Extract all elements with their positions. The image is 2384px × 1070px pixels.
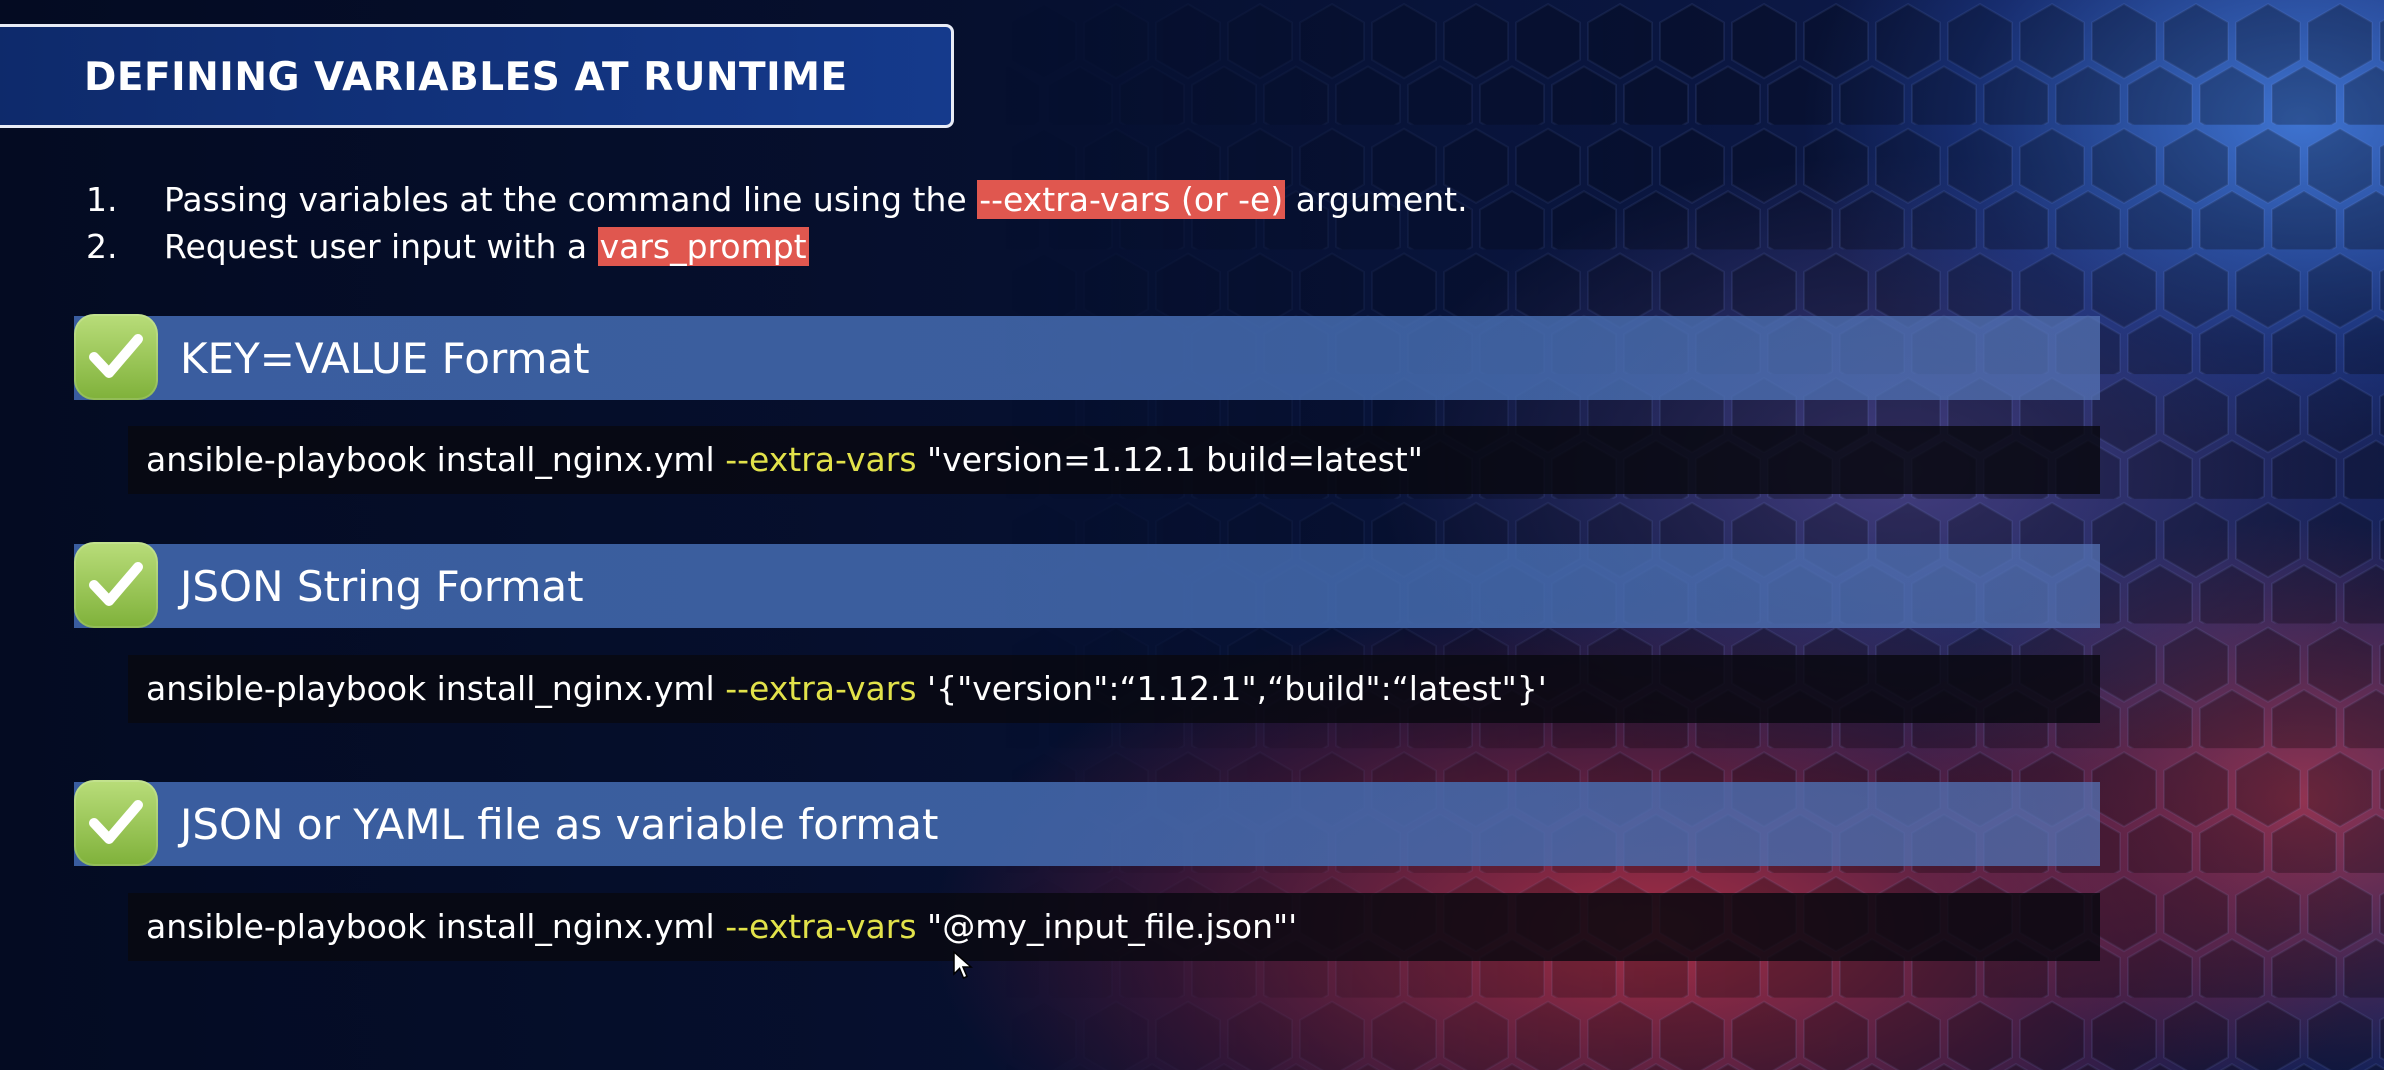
section-title: JSON String Format [180, 562, 584, 611]
check-mark-icon [74, 542, 158, 628]
section-json-string: JSON String Format [74, 542, 2100, 628]
list-text: Request user input with a vars_prompt [164, 227, 809, 266]
section-json-yaml-file: JSON or YAML file as variable format [74, 780, 2100, 866]
check-mark-icon [74, 780, 158, 866]
command-flag: --extra-vars [725, 669, 917, 708]
section-key-value: KEY=VALUE Format [74, 314, 2100, 400]
command-block: ansible-playbook install_nginx.yml --ext… [128, 893, 2100, 961]
command-text: ansible-playbook install_nginx.yml --ext… [146, 669, 1547, 708]
command-arg: "version=1.12.1 build=latest" [916, 440, 1423, 479]
mouse-pointer-icon [953, 950, 973, 979]
section-title: KEY=VALUE Format [180, 334, 590, 383]
section-title: JSON or YAML file as variable format [180, 800, 939, 849]
title-banner: DEFINING VARIABLES AT RUNTIME [0, 24, 954, 128]
command-flag: --extra-vars [725, 907, 917, 946]
page-title: DEFINING VARIABLES AT RUNTIME [84, 55, 848, 100]
command-arg: '{"version":“1.12.1",“build":“latest"}' [916, 669, 1547, 708]
command-prefix: ansible-playbook install_nginx.yml [146, 907, 726, 946]
highlight-vars-prompt: vars_prompt [597, 227, 809, 266]
command-prefix: ansible-playbook install_nginx.yml [146, 669, 726, 708]
list-number: 2. [86, 227, 118, 266]
highlight-extra-vars: --extra-vars (or -e) [977, 180, 1286, 219]
command-text: ansible-playbook install_nginx.yml --ext… [146, 440, 1423, 479]
command-flag: --extra-vars [725, 440, 917, 479]
command-block: ansible-playbook install_nginx.yml --ext… [128, 426, 2100, 494]
list-text-before: Passing variables at the command line us… [164, 180, 978, 219]
check-mark-icon [74, 314, 158, 400]
list-text: Passing variables at the command line us… [164, 180, 1468, 219]
command-arg: "@my_input_file.json"' [916, 907, 1298, 946]
command-text: ansible-playbook install_nginx.yml --ext… [146, 907, 1297, 946]
list-text-after: argument. [1285, 180, 1468, 219]
list-text-before: Request user input with a [164, 227, 598, 266]
command-block: ansible-playbook install_nginx.yml --ext… [128, 655, 2100, 723]
list-number: 1. [86, 180, 118, 219]
command-prefix: ansible-playbook install_nginx.yml [146, 440, 726, 479]
